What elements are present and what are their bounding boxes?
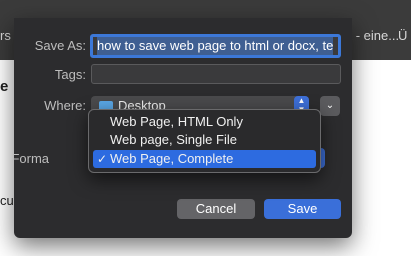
cancel-button[interactable]: Cancel: [177, 199, 255, 219]
menu-item-single-file[interactable]: Web page, Single File: [93, 131, 316, 149]
menu-item-label: Web Page, Complete: [110, 151, 234, 166]
menu-item-label: Web page, Single File: [110, 132, 237, 147]
save-button[interactable]: Save: [264, 199, 341, 219]
background-tab-fragment-left: rs: [0, 28, 11, 43]
background-tab-fragment-far-right: Ü: [398, 28, 408, 43]
save-as-value: how to save web page to html or docx, te: [97, 37, 334, 55]
where-label: Where:: [44, 98, 86, 113]
format-menu: Web Page, HTML Only Web page, Single Fil…: [88, 109, 321, 173]
menu-item-html-only[interactable]: Web Page, HTML Only: [93, 113, 316, 131]
tags-label: Tags:: [54, 67, 86, 82]
menu-item-label: Web Page, HTML Only: [110, 114, 243, 129]
background-heading-fragment: e: [0, 78, 9, 95]
tags-field[interactable]: [91, 64, 341, 84]
format-label: Forma: [11, 151, 49, 166]
background-body-fragment: cu: [0, 193, 14, 208]
save-as-field[interactable]: how to save web page to html or docx, te: [90, 34, 341, 58]
checkmark-icon: ✓: [97, 152, 108, 166]
expand-chevron-icon[interactable]: ⌄: [320, 96, 340, 116]
save-as-label: Save As:: [34, 38, 86, 53]
menu-item-complete[interactable]: ✓ Web Page, Complete: [93, 150, 316, 168]
